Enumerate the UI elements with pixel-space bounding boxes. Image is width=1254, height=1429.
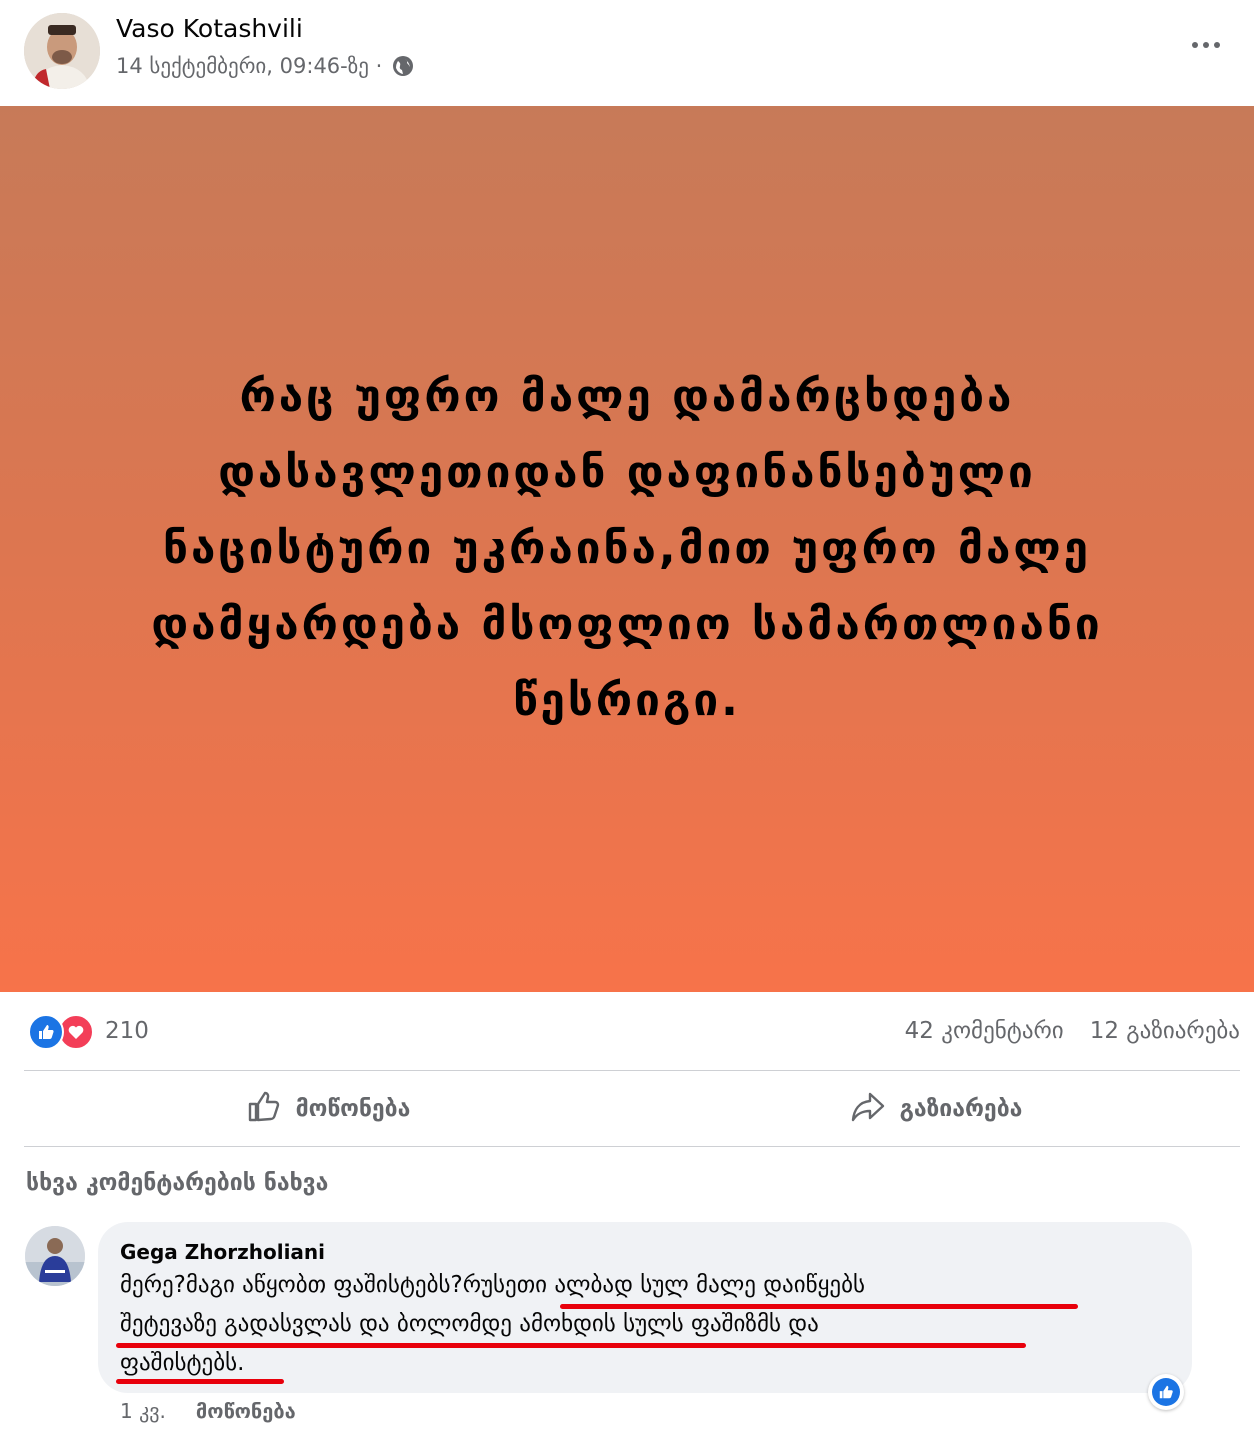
comment-count[interactable]: 42 კომენტარი xyxy=(905,1018,1064,1044)
comment-line: შეტევაზე გადასვლას და ბოლომდე ამოხდის სუ… xyxy=(120,1311,819,1337)
author-avatar[interactable] xyxy=(24,13,100,89)
share-label: გაზიარება xyxy=(899,1096,1023,1122)
like-button[interactable]: მოწონება xyxy=(24,1072,632,1146)
view-more-comments-link[interactable]: სხვა კომენტარების ნახვა xyxy=(26,1170,328,1196)
comment-footer: 1 კვ. მოწონება xyxy=(120,1399,296,1423)
thumbs-up-icon xyxy=(246,1088,282,1130)
divider xyxy=(24,1070,1240,1071)
post-text-card: რაც უფრო მალე დამარცხდება დასავლეთიდან დ… xyxy=(0,106,1254,992)
author-name[interactable]: Vaso Kotashvili xyxy=(116,14,303,43)
comment-text: მერე?მაგი აწყობთ ფაშისტებს?რუსეთი ალბად … xyxy=(120,1266,1170,1383)
share-count[interactable]: 12 გაზიარება xyxy=(1090,1018,1240,1044)
post-timestamp[interactable]: 14 სექტემბერი, 09:46-ზე · xyxy=(116,54,382,78)
reaction-count[interactable]: 210 xyxy=(105,1018,149,1044)
comment-bubble: Gega Zhorzholiani მერე?მაგი აწყობთ ფაშის… xyxy=(98,1222,1192,1393)
highlight-underline xyxy=(116,1343,1026,1348)
globe-icon xyxy=(392,55,414,77)
commenter-avatar[interactable] xyxy=(25,1226,85,1286)
divider xyxy=(24,1146,1240,1147)
post-meta: 14 სექტემბერი, 09:46-ზე · xyxy=(116,54,414,78)
post-actions: მოწონება გაზიარება xyxy=(24,1072,1240,1146)
post-stats: 210 42 კომენტარი 12 გაზიარება xyxy=(0,992,1254,1070)
reaction-icons[interactable] xyxy=(28,1014,94,1050)
like-label: მოწონება xyxy=(295,1096,411,1122)
like-reaction-icon xyxy=(28,1014,64,1050)
share-arrow-icon xyxy=(850,1088,886,1130)
comment-line: მერე?მაგი აწყობთ ფაშისტებს?რუსეთი ალბად … xyxy=(120,1272,866,1298)
more-options-icon xyxy=(1192,42,1198,48)
like-icon xyxy=(1152,1378,1180,1406)
comment-author[interactable]: Gega Zhorzholiani xyxy=(120,1240,325,1264)
share-button[interactable]: გაზიარება xyxy=(632,1072,1240,1146)
more-options-button[interactable] xyxy=(1186,30,1226,60)
comment-line: ფაშისტებს. xyxy=(120,1350,245,1376)
highlight-underline xyxy=(560,1304,1078,1309)
comment-time[interactable]: 1 კვ. xyxy=(120,1399,166,1423)
highlight-underline xyxy=(116,1379,284,1384)
comment-like-link[interactable]: მოწონება xyxy=(196,1399,296,1423)
post-header: Vaso Kotashvili 14 სექტემბერი, 09:46-ზე … xyxy=(0,0,1254,106)
engagement-counts: 42 კომენტარი 12 გაზიარება xyxy=(905,1018,1240,1044)
comment-like-badge[interactable] xyxy=(1148,1374,1184,1410)
post-card-text: რაც უფრო მალე დამარცხდება დასავლეთიდან დ… xyxy=(151,371,1103,726)
